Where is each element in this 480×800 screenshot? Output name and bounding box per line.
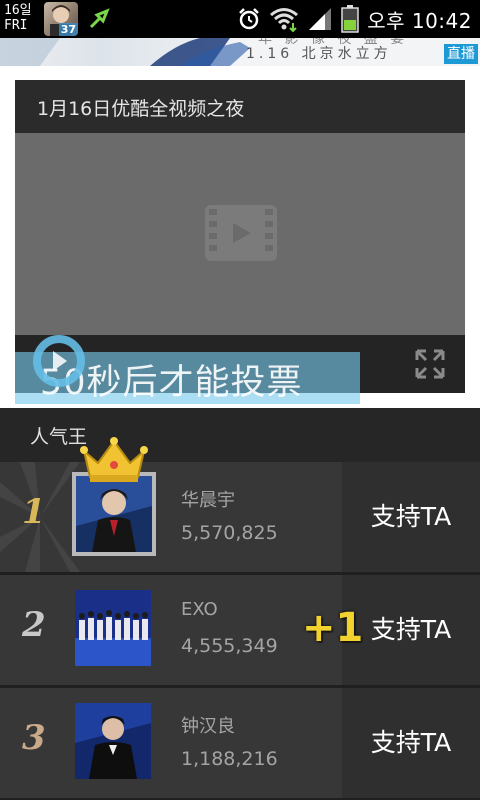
sync-icon [89, 8, 110, 29]
rank-row: 2 EXO 4,555,349 +1 支持TA [0, 575, 480, 685]
vote-count: 4,555,349 [181, 635, 278, 657]
rank-number: 2 [22, 605, 46, 645]
crown-icon [80, 437, 148, 482]
play-button-icon[interactable] [33, 335, 85, 387]
status-avatar-icon: 37 [44, 2, 78, 36]
artist-name: 华晨宇 [181, 490, 235, 511]
vote-count: 1,188,216 [181, 748, 278, 770]
popularity-section-header: 人气王 [0, 408, 480, 462]
support-button[interactable]: 支持TA [342, 688, 480, 798]
banner-image [0, 38, 250, 66]
avatar[interactable] [72, 472, 156, 556]
artist-name: 钟汉良 [181, 716, 235, 737]
status-time: 오후 10:42 [367, 8, 472, 33]
signal-icon [309, 8, 332, 30]
video-title-bar: 1月16日优酷全视频之夜 [15, 80, 465, 133]
video-placeholder-icon [205, 205, 277, 261]
status-bar: 16일 FRI 37 오후 10:42 [0, 0, 480, 38]
artist-name: EXO [181, 599, 218, 620]
video-player[interactable] [15, 133, 465, 335]
battery-icon [341, 5, 359, 33]
vote-count: 5,570,825 [181, 522, 278, 544]
status-date-weekday: FRI [4, 18, 28, 33]
avatar[interactable] [75, 590, 151, 666]
rank-row: 1 华晨宇 5,570,825 支持TA [0, 462, 480, 572]
section-title: 人气王 [30, 426, 88, 448]
support-button[interactable]: 支持TA [342, 575, 480, 685]
avatar[interactable] [75, 703, 151, 779]
support-button[interactable]: 支持TA [342, 462, 480, 572]
rank-number: 1 [22, 492, 46, 532]
wifi-icon [270, 8, 299, 32]
alarm-icon [239, 8, 260, 30]
video-card: 1月16日优酷全视频之夜 [15, 80, 465, 393]
status-right: 오후 10:42 [237, 0, 472, 38]
status-date-day: 16일 [4, 3, 32, 18]
rank-row: 3 钟汉良 1,188,216 支持TA [0, 688, 480, 798]
video-title: 1月16日优酷全视频之夜 [37, 98, 245, 120]
banner-text: 1.16 北京水立方 [246, 46, 392, 62]
fullscreen-icon[interactable] [415, 349, 445, 379]
status-date: 16일 FRI [4, 3, 44, 33]
live-badge[interactable]: 直播 [444, 44, 478, 64]
status-avatar-badge: 37 [58, 23, 78, 36]
top-banner[interactable]: 年 影 像 夜 盛 宴 1.16 北京水立方 直播 [0, 38, 480, 66]
rank-number: 3 [22, 718, 46, 758]
